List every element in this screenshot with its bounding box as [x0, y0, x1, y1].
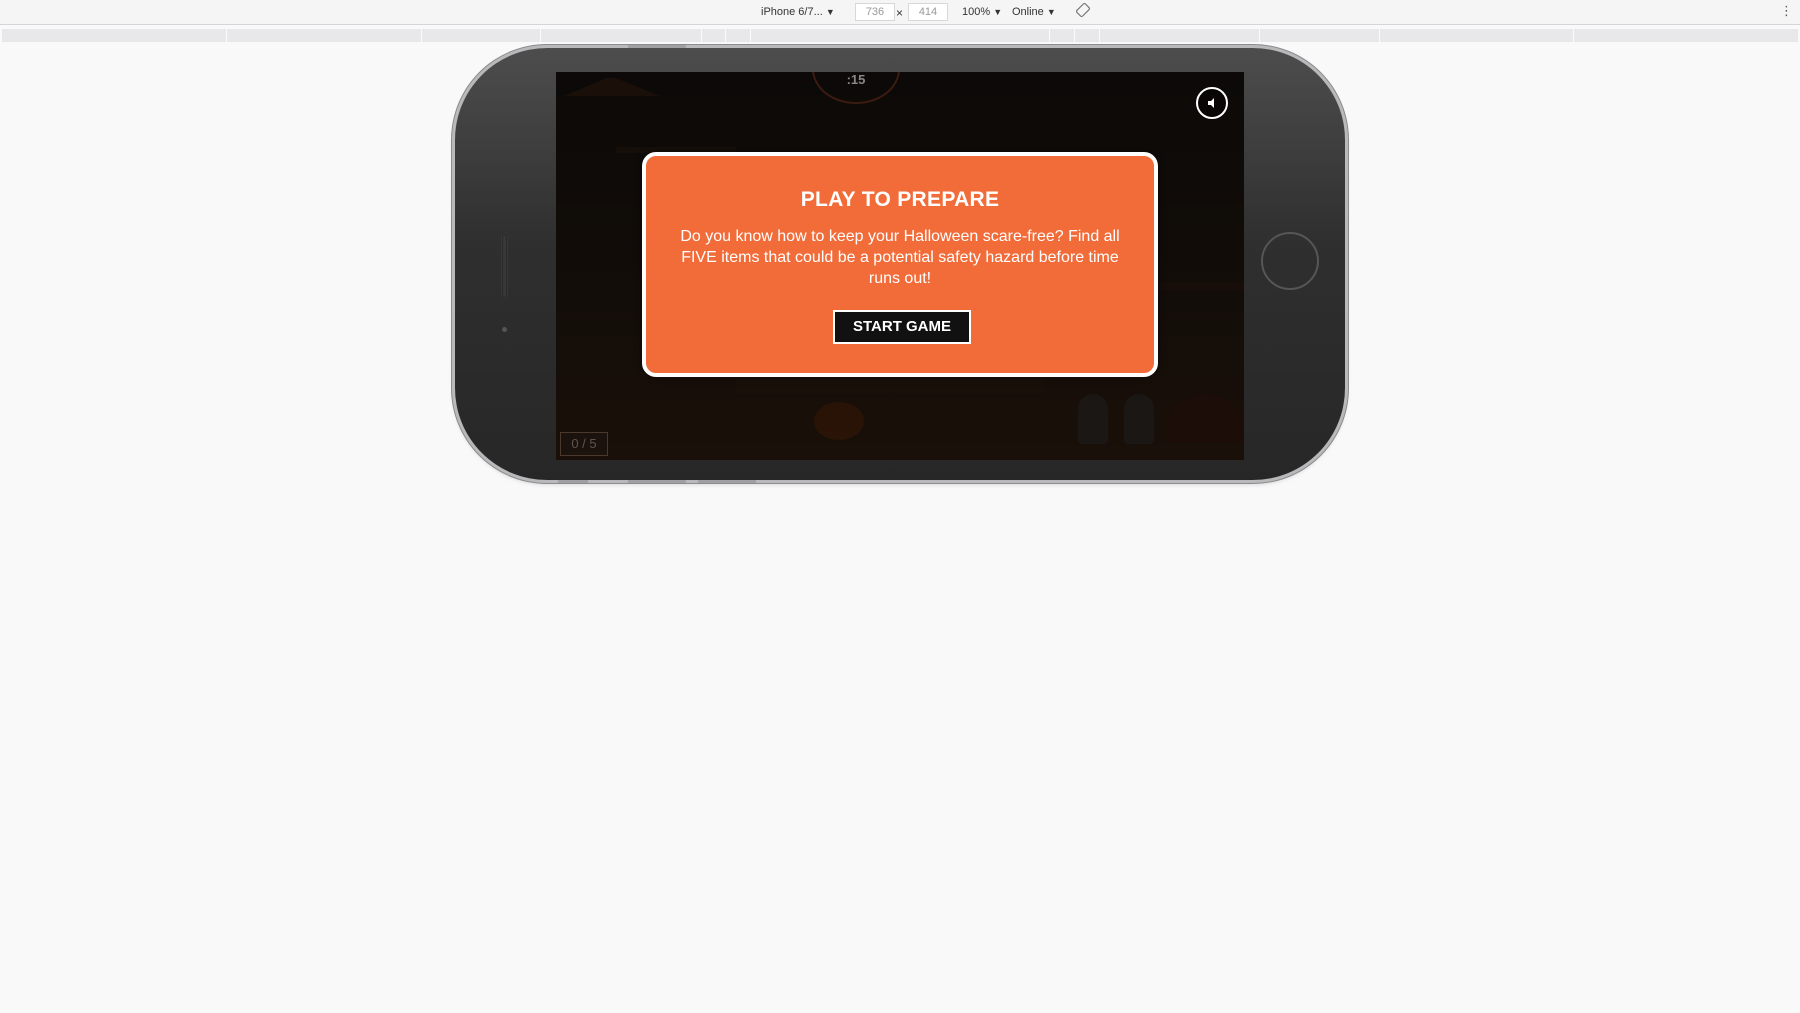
side-button [698, 480, 756, 483]
sound-toggle-button[interactable] [1196, 87, 1228, 119]
device-toolbar: iPhone 6/7... ▼ × 100% ▼ Online ▼ ⋮ [0, 0, 1800, 25]
items-found-counter: 0 / 5 [560, 432, 608, 456]
throttle-selector[interactable]: Online ▼ [1012, 4, 1056, 20]
media-query-divider [1049, 29, 1051, 42]
front-camera [502, 327, 507, 332]
media-query-divider [540, 29, 542, 42]
media-query-divider [1379, 29, 1381, 42]
modal-title: PLAY TO PREPARE [800, 188, 1000, 211]
speaker-grille [502, 234, 507, 298]
device-label: iPhone 6/7... [761, 6, 823, 18]
media-query-divider [750, 29, 752, 42]
media-query-divider [421, 29, 423, 42]
height-input[interactable] [908, 3, 948, 21]
home-button [1261, 232, 1319, 290]
start-modal: PLAY TO PREPARE Do you know how to keep … [642, 152, 1158, 377]
side-button [628, 45, 686, 48]
modal-description: Do you know how to keep your Halloween s… [680, 228, 1120, 287]
zoom-label: 100% [962, 6, 991, 18]
chevron-down-icon: ▼ [825, 7, 835, 17]
media-query-bar[interactable] [2, 29, 1798, 42]
side-button [628, 480, 686, 483]
media-query-divider [1573, 29, 1575, 42]
media-query-divider [725, 29, 727, 42]
chevron-down-icon: ▼ [1046, 7, 1056, 17]
throttle-label: Online [1012, 6, 1044, 18]
media-query-divider [1099, 29, 1101, 42]
rotate-icon[interactable] [1075, 2, 1091, 19]
chevron-down-icon: ▼ [993, 7, 1003, 17]
countdown-timer: :15 [846, 72, 866, 87]
media-query-divider [226, 29, 228, 42]
dimension-separator: × [896, 6, 904, 20]
start-game-button[interactable]: START GAME [833, 310, 971, 344]
media-query-divider [701, 29, 703, 42]
width-input[interactable] [855, 3, 895, 21]
media-query-divider [1259, 29, 1261, 42]
zoom-selector[interactable]: 100% ▼ [962, 4, 1002, 20]
side-button [558, 480, 588, 483]
device-selector[interactable]: iPhone 6/7... ▼ [761, 4, 835, 20]
media-query-divider [1074, 29, 1076, 42]
more-vert-icon[interactable]: ⋮ [1780, 3, 1793, 19]
